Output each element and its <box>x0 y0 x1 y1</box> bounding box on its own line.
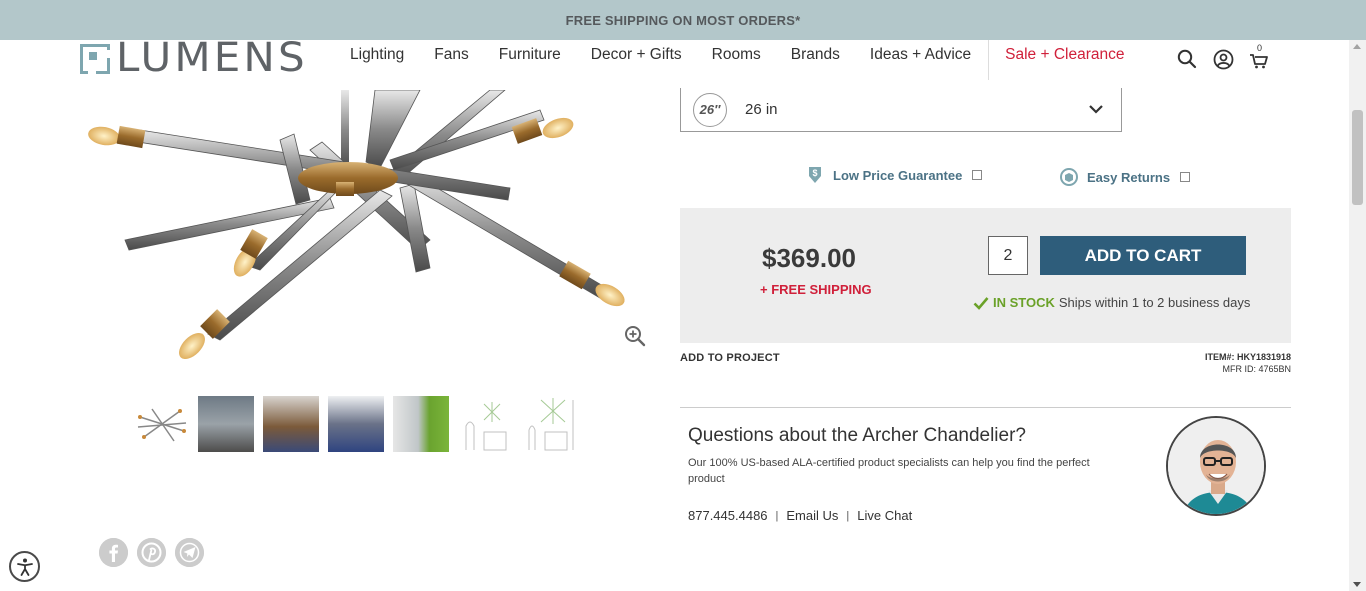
easy-returns-label: Easy Returns <box>1087 169 1171 185</box>
contact-links: 877.445.4486 | Email Us | Live Chat <box>688 508 912 523</box>
specialist-avatar <box>1166 416 1266 516</box>
nav-item-brands[interactable]: Brands <box>776 45 855 85</box>
chandelier-image <box>88 90 625 359</box>
facebook-icon[interactable] <box>99 538 128 567</box>
separator: | <box>775 509 779 522</box>
product-price: $369.00 <box>762 243 856 273</box>
nav-item-fans[interactable]: Fans <box>419 45 483 85</box>
item-number: ITEM#: HKY1831918 <box>1204 352 1291 362</box>
thumbnail-5[interactable] <box>393 396 449 452</box>
external-link-icon <box>972 170 983 180</box>
nav-item-furniture[interactable]: Furniture <box>484 45 576 85</box>
accessibility-icon[interactable] <box>9 551 40 582</box>
questions-section: Questions about the Archer Chandelier? O… <box>688 425 1108 487</box>
questions-title: Questions about the Archer Chandelier? <box>688 425 1026 446</box>
thumbnail-4[interactable] <box>328 396 384 452</box>
cart-count: 0 <box>1257 43 1263 53</box>
size-select-value: 26 in <box>745 101 778 118</box>
live-chat-link[interactable]: Live Chat <box>857 508 912 523</box>
thumbnail-7[interactable] <box>523 396 579 452</box>
low-price-label: Low Price Guarantee <box>833 167 963 183</box>
thumbnail-6[interactable] <box>458 396 514 452</box>
nav-item-lighting[interactable]: Lighting <box>335 45 419 85</box>
page-scrollbar[interactable] <box>1349 40 1366 591</box>
site-header: LUMENS Lighting Fans Furniture Decor + G… <box>0 38 1349 90</box>
account-icon[interactable] <box>1212 48 1234 70</box>
checkmark-icon <box>973 296 989 310</box>
pinterest-icon[interactable] <box>137 538 166 567</box>
price-tag-icon: $ <box>809 167 821 183</box>
social-share <box>99 538 204 567</box>
quantity-input[interactable] <box>988 236 1028 275</box>
add-to-cart-button[interactable]: ADD TO CART <box>1040 236 1246 275</box>
share-message-icon[interactable] <box>175 538 204 567</box>
ships-within-label: Ships within 1 to 2 business days <box>1058 295 1251 310</box>
size-select[interactable]: 26″ 26 in <box>680 88 1122 132</box>
add-to-project-link[interactable]: ADD TO PROJECT <box>680 352 780 364</box>
main-nav: Lighting Fans Furniture Decor + Gifts Ro… <box>335 40 1140 85</box>
returns-box-icon <box>1060 168 1078 186</box>
thumbnail-strip <box>133 396 579 452</box>
scroll-thumb[interactable] <box>1352 110 1363 205</box>
product-main-image[interactable] <box>80 90 660 375</box>
scroll-down-arrow-icon[interactable] <box>1353 582 1361 587</box>
thumbnail-1[interactable] <box>133 396 189 452</box>
free-shipping-label: + FREE SHIPPING <box>760 282 872 297</box>
mfr-id: MFR ID: 4765BN <box>1222 364 1291 374</box>
nav-item-sale-clearance[interactable]: Sale + Clearance <box>988 40 1139 80</box>
logo-mark-icon <box>80 42 113 77</box>
in-stock-label: IN STOCK <box>993 295 1055 310</box>
separator: | <box>846 509 850 522</box>
thumbnail-3[interactable] <box>263 396 319 452</box>
thumbnail-2[interactable] <box>198 396 254 452</box>
easy-returns-link[interactable]: Easy Returns <box>1059 167 1191 187</box>
external-link-icon <box>1180 172 1191 182</box>
zoom-in-icon[interactable] <box>624 325 646 347</box>
promo-bar: FREE SHIPPING ON MOST ORDERS* <box>0 0 1366 40</box>
search-icon[interactable] <box>1176 48 1198 70</box>
size-badge: 26″ <box>693 92 727 127</box>
buy-box: $369.00 + FREE SHIPPING ADD TO CART IN S… <box>680 208 1291 343</box>
email-us-link[interactable]: Email Us <box>786 508 838 523</box>
logo-text: LUMENS <box>116 35 308 81</box>
promo-text: FREE SHIPPING ON MOST ORDERS* <box>565 12 801 28</box>
nav-item-decor-gifts[interactable]: Decor + Gifts <box>576 45 697 85</box>
lumens-logo[interactable]: LUMENS <box>80 38 305 78</box>
nav-item-rooms[interactable]: Rooms <box>697 45 776 85</box>
svg-text:$: $ <box>812 168 817 178</box>
header-icons: 0 <box>1176 43 1270 70</box>
chevron-down-icon <box>1089 105 1103 114</box>
scroll-up-arrow-icon[interactable] <box>1353 44 1361 49</box>
section-divider <box>680 407 1291 408</box>
item-info: ITEM#: HKY1831918 MFR ID: 4765BN <box>1205 351 1291 375</box>
cart-icon[interactable]: 0 <box>1248 43 1270 70</box>
guarantees: $ Low Price Guarantee Easy Returns <box>807 165 1227 195</box>
nav-item-ideas-advice[interactable]: Ideas + Advice <box>855 45 986 85</box>
stock-status: IN STOCK Ships within 1 to 2 business da… <box>973 295 1250 310</box>
questions-description: Our 100% US-based ALA-certified product … <box>688 457 1090 485</box>
phone-link[interactable]: 877.445.4486 <box>688 508 768 523</box>
low-price-guarantee-link[interactable]: $ Low Price Guarantee <box>807 165 983 185</box>
